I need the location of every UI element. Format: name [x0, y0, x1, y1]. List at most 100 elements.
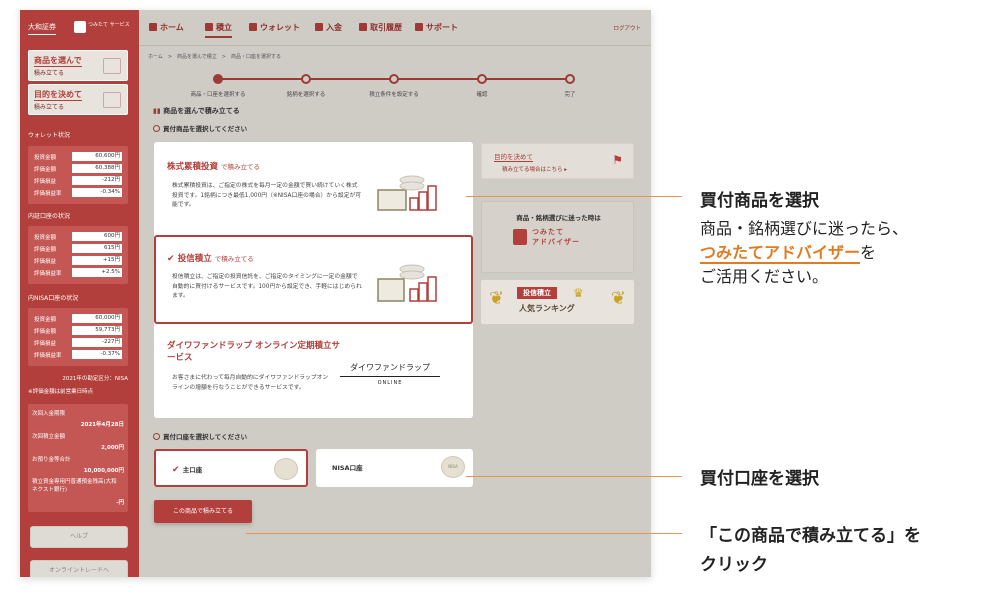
help-button[interactable]: ヘルプ [30, 526, 128, 548]
choose-product-label: 商品を選んで [34, 56, 82, 67]
account-section-text: 買付口座を選択してください [163, 433, 248, 441]
deposit-info-box: 次回入金期限 2021年4月28日 次回積立金額 2,000円 お預り金等合計 … [28, 404, 128, 512]
step-dot-2 [301, 74, 311, 84]
row-key: 投資金額 [34, 317, 57, 323]
home-icon [149, 23, 157, 31]
product-section-text: 買付商品を選択してください [163, 125, 248, 133]
row-key: 評価損益 [34, 179, 57, 185]
main-account-option[interactable]: ✔ 主口座 [154, 449, 308, 487]
row-key: 評価金額 [34, 167, 57, 173]
row-value: -227円 [72, 338, 122, 347]
callout-1-line2: つみたてアドバイザーを [700, 241, 908, 265]
callout-line-2 [466, 476, 682, 477]
purpose-banner-sub: 積み立てる場合はこちら ▸ [502, 167, 568, 173]
nisa-box: 投資金額 60,000円 評価金額 59,773円 評価損益 -227円 評価損益率 -… [28, 308, 128, 366]
advisor-brand-line1: つみたて [532, 228, 564, 236]
domestic-heading: 内証口座の状況 [28, 213, 71, 220]
nav-home-label: ホーム [160, 23, 184, 32]
product-option-stock[interactable]: 株式累積投資 で積み立てる 株式累積投資は、ご指定の株式を毎月一定の金額で買い続け… [154, 142, 473, 234]
coins-icon [274, 458, 298, 480]
row-value: -0.34% [72, 188, 122, 197]
online-trade-button[interactable]: オンライントレードへ [30, 560, 128, 577]
fund-chart-illustration-icon [377, 264, 437, 302]
coins-icon [103, 58, 121, 74]
breadcrumb: ホーム > 商品を選んで積立 > 商品・口座を選択する [148, 54, 281, 60]
flag-icon: ⚑ [612, 153, 623, 167]
domestic-row: 投資金額 600円 [34, 232, 122, 241]
row-key: 評価損益率 [34, 353, 62, 359]
fundwrap-logo-sub: ONLINE [377, 380, 403, 386]
product-title-suffix: で積み立てる [214, 255, 254, 263]
callout-line-3 [246, 533, 682, 534]
app-screenshot: 大和証券 つみたて サービス 商品を選んで 積み立てる 目的を決めて 積み立てる… [20, 10, 651, 577]
nisa-account-label: NISA口座 [332, 464, 363, 472]
advisor-emblem-icon [513, 229, 527, 245]
row-key: 投資金額 [34, 235, 57, 241]
advisor-banner[interactable]: 商品・銘柄選びに迷った時は つみたて アドバイザー [481, 201, 634, 273]
product-desc: 投信積立は、ご指定の投資信託を、ご指定のタイミングに一定の金額で自動的に買付ける… [172, 274, 362, 299]
advisor-banner-title: 商品・銘柄選びに迷った時は [516, 214, 601, 222]
product-title-suffix: で積み立てる [221, 163, 261, 171]
callout-line-1 [466, 196, 682, 197]
step-dot-5 [565, 74, 575, 84]
purpose-banner[interactable]: 目的を決めて 積み立てる場合はこちら ▸ ⚑ [481, 143, 634, 179]
nav-home[interactable]: ホーム [149, 22, 184, 33]
check-icon: ✔ [167, 254, 178, 264]
valuation-note: ※評価金額は前営業日時点 [28, 389, 94, 395]
row-key: 評価損益率 [34, 191, 62, 197]
product-title: ✔ 投信積立 で積み立てる [167, 252, 254, 264]
main-account-label: ✔ 主口座 [172, 464, 202, 475]
wallet-row: 評価金額 60,388円 [34, 164, 122, 173]
account-balance-label: 積立資金専用円普通預金残高(大和ネクスト銀行) [32, 479, 117, 493]
wallet-row: 投資金額 60,600円 [34, 152, 122, 161]
page-title: ▮▮ 商品を選んで積み立てる [153, 106, 240, 116]
advisor-banner-brand: つみたて アドバイザー [532, 227, 580, 247]
nisa-account-option[interactable]: NISA口座 NISA [316, 449, 473, 487]
choose-product-sub: 積み立てる [34, 70, 65, 77]
step-dot-3 [389, 74, 399, 84]
callout-1-body: 商品・銘柄選びに迷ったら、 つみたてアドバイザーを ご活用ください。 [700, 217, 908, 289]
fundwrap-logo: ダイワファンドラップ ONLINE [340, 362, 440, 386]
nisa-row: 評価損益率 -0.37% [34, 350, 122, 359]
wallet-row: 評価損益率 -0.34% [34, 188, 122, 197]
step-label: 銘柄を選択する [286, 92, 326, 98]
nav-history[interactable]: 取引履歴 [359, 22, 402, 33]
top-nav: ホーム 積立 ウォレット 入金 取引履歴 サポート ログアウト [139, 10, 651, 46]
deposit-icon [315, 23, 323, 31]
product-option-fund-selected[interactable]: ✔ 投信積立 で積み立てる 投信積立は、ご指定の投資信託を、ご指定のタイミングに一… [154, 235, 473, 324]
nav-deposit[interactable]: 入金 [315, 22, 342, 33]
domestic-box: 投資金額 600円 評価金額 615円 評価損益 +15円 評価損益率 +2.5% [28, 226, 128, 284]
product-title-text: 投信積立 [177, 254, 212, 264]
circle-icon [153, 433, 160, 440]
nav-wallet[interactable]: ウォレット [249, 22, 300, 33]
logo[interactable]: 大和証券 つみたて サービス [28, 20, 131, 44]
row-value: 60,388円 [72, 164, 122, 173]
nav-tsumitate[interactable]: 積立 [205, 22, 232, 38]
account-balance: -円 [116, 500, 124, 506]
circle-icon [153, 125, 160, 132]
row-value: -0.37% [72, 350, 122, 359]
choose-purpose-button[interactable]: 目的を決めて 積み立てる [28, 84, 128, 115]
nav-tsumitate-label: 積立 [216, 23, 232, 32]
nav-support[interactable]: サポート [415, 22, 458, 33]
logout-link[interactable]: ログアウト [613, 24, 641, 32]
start-tsumitate-button[interactable]: この商品で積み立てる [154, 500, 252, 523]
next-amount-label: 次回積立金額 [32, 434, 66, 440]
row-key: 評価損益 [34, 341, 57, 347]
callout-1-line1: 商品・銘柄選びに迷ったら、 [700, 219, 909, 238]
step-label: 確認 [476, 92, 488, 98]
advisor-highlight: つみたてアドバイザー [700, 243, 861, 264]
choose-product-button[interactable]: 商品を選んで 積み立てる [28, 50, 128, 81]
choose-purpose-sub: 積み立てる [34, 104, 65, 111]
nav-support-label: サポート [426, 23, 458, 32]
row-value: -212円 [72, 176, 122, 185]
step-label: 商品・口座を選択する [190, 92, 246, 98]
wallet-box: 投資金額 60,600円 評価金額 60,388円 評価損益 -212円 評価損益率 -… [28, 146, 128, 204]
purpose-banner-title: 目的を決めて [494, 153, 533, 162]
product-panel: 株式累積投資 で積み立てる 株式累積投資は、ご指定の株式を毎月一定の金額で買い続け… [154, 142, 473, 418]
row-value: +15円 [72, 256, 122, 265]
crown-icon: ♛ [573, 286, 584, 300]
ranking-title: 人気ランキング [519, 304, 575, 313]
ranking-banner[interactable]: ❦ 投信積立 ♛ 人気ランキング ❦ [481, 280, 634, 324]
logo-text: 大和証券 [28, 22, 56, 35]
